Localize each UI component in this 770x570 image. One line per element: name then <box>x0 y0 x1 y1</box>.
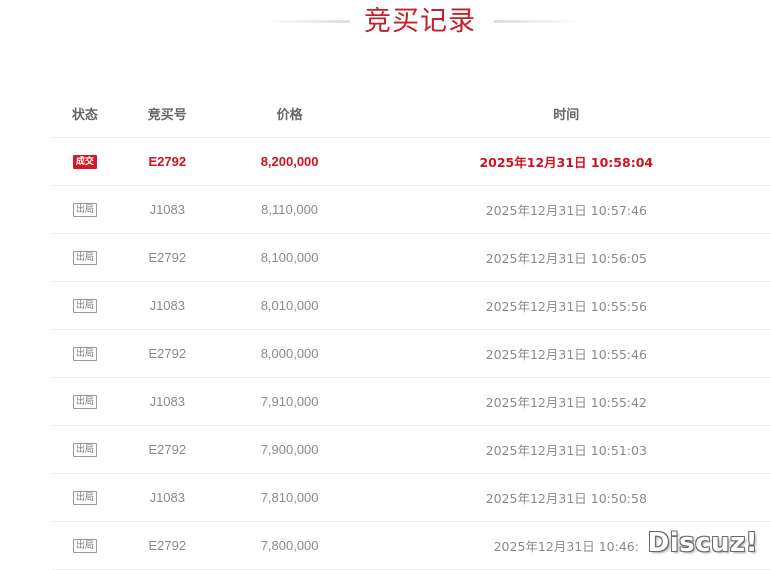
bid-number-cell: J1083 <box>149 202 185 217</box>
bid-number-cell: J1083 <box>149 298 185 313</box>
price-cell: 8,000,000 <box>260 346 319 361</box>
time-text: 2025年12月31日 10:51:03 <box>485 443 647 458</box>
time-text: 2025年12月31日 10:57:46 <box>485 203 647 218</box>
time-text: 2025年12月31日 10:50:58 <box>485 491 647 506</box>
table-header-row: 状态 竞买号 价格 时间 <box>52 90 770 138</box>
column-header-bid-number: 竞买号 <box>147 108 187 123</box>
table-row: 出局 E2792 8,000,000 2025年12月31日 10:55:46 <box>52 330 770 378</box>
price-cell: 8,100,000 <box>260 250 319 265</box>
status-badge: 出局 <box>72 443 97 458</box>
status-cell: 出局 <box>52 298 118 314</box>
time-cell: 2025年12月31日 10:57:46 <box>363 200 770 219</box>
table-body: 成交 E2792 8,200,000 2025年12月31日 10:58:04 出局 J1… <box>52 138 770 570</box>
table-row: 出局 J1083 7,810,000 2025年12月31日 10:50:58 <box>52 474 770 522</box>
title-divider-right <box>494 20 582 23</box>
time-cell: 2025年12月31日 10:50:58 <box>363 488 770 507</box>
page-title: 竞买记录 <box>364 6 476 37</box>
time-text: 2025年12月31日 10:55:46 <box>485 347 647 362</box>
bid-number-cell: E2792 <box>148 346 187 361</box>
status-cell: 出局 <box>52 346 118 362</box>
time-text: 2025年12月31日 10:55:56 <box>485 299 647 314</box>
status-badge: 出局 <box>72 395 97 410</box>
status-badge: 出局 <box>72 347 97 362</box>
bid-number-cell: E2792 <box>148 154 187 169</box>
time-text: 2025年12月31日 10:46: <box>493 539 639 554</box>
table-row: 出局 E2792 8,100,000 2025年12月31日 10:56:05 <box>52 234 770 282</box>
table-row: 出局 E2792 7,900,000 2025年12月31日 10:51:03 <box>52 426 770 474</box>
table-row-winner: 成交 E2792 8,200,000 2025年12月31日 10:58:04 <box>52 138 770 186</box>
time-text: 2025年12月31日 10:55:42 <box>485 395 647 410</box>
time-cell: 2025年12月31日 10:55:46 <box>363 344 770 363</box>
price-cell: 7,800,000 <box>260 538 319 553</box>
title-divider-left <box>262 20 350 23</box>
status-badge: 出局 <box>72 491 97 506</box>
time-cell: 2025年12月31日 10:55:56 <box>363 296 770 315</box>
column-header-status: 状态 <box>71 108 98 123</box>
time-cell: 2025年12月31日 10:51:03 <box>363 440 770 459</box>
status-badge: 出局 <box>72 539 97 554</box>
table-row: 出局 J1083 7,910,000 2025年12月31日 10:55:42 <box>52 378 770 426</box>
bid-number-cell: E2792 <box>148 442 187 457</box>
page-header: 竞买记录 <box>0 0 770 48</box>
table-row: 出局 J1083 8,010,000 2025年12月31日 10:55:56 <box>52 282 770 330</box>
price-cell: 8,110,000 <box>261 202 319 217</box>
price-cell: 8,200,000 <box>260 154 319 169</box>
status-cell: 出局 <box>52 538 118 554</box>
price-cell: 7,810,000 <box>260 490 319 505</box>
status-badge: 成交 <box>72 155 97 170</box>
status-cell: 出局 <box>52 394 118 410</box>
price-cell: 7,900,000 <box>260 442 319 457</box>
status-badge: 出局 <box>72 203 97 218</box>
table-row: 出局 J1083 8,110,000 2025年12月31日 10:57:46 <box>52 186 770 234</box>
status-badge: 出局 <box>72 299 97 314</box>
time-text: 2025年12月31日 10:56:05 <box>485 251 647 266</box>
status-cell: 出局 <box>52 442 118 458</box>
price-cell: 8,010,000 <box>260 298 319 313</box>
bid-number-cell: J1083 <box>149 490 185 505</box>
discuz-watermark: Discuz! <box>647 528 758 558</box>
time-cell: 2025年12月31日 10:58:04 <box>363 152 770 171</box>
status-cell: 出局 <box>52 250 118 266</box>
bid-record-table: 状态 竞买号 价格 时间 成交 E2792 8,200,000 2025年12月31日… <box>52 90 770 570</box>
time-text: 2025年12月31日 10:58:04 <box>479 155 654 170</box>
bid-number-cell: J1083 <box>149 394 185 409</box>
bid-number-cell: E2792 <box>148 250 187 265</box>
time-cell: 2025年12月31日 10:56:05 <box>363 248 770 267</box>
status-cell: 出局 <box>52 202 118 218</box>
price-cell: 7,910,000 <box>260 394 319 409</box>
status-cell: 成交 <box>52 154 118 170</box>
column-header-time: 时间 <box>553 108 580 123</box>
status-badge: 出局 <box>72 251 97 266</box>
bid-number-cell: E2792 <box>148 538 187 553</box>
status-cell: 出局 <box>52 490 118 506</box>
column-header-price: 价格 <box>276 108 303 123</box>
time-cell: 2025年12月31日 10:55:42 <box>363 392 770 411</box>
